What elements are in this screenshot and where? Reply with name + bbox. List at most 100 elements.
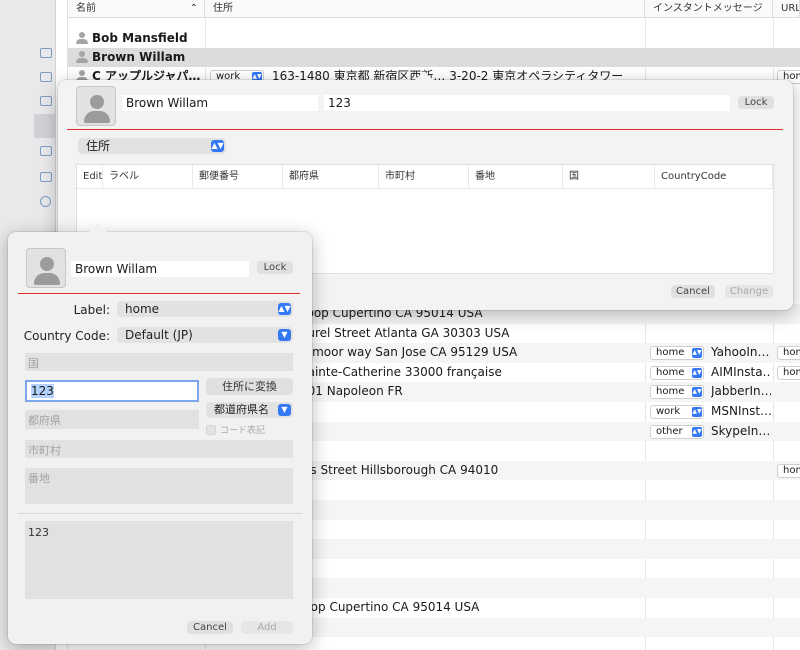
postal-code-field[interactable]: 123 [25, 380, 199, 402]
address-text: vis Street Hillsborough CA 94010 [300, 462, 499, 477]
add-button[interactable]: Add [241, 621, 293, 634]
city-field[interactable]: 市町村 [25, 440, 293, 458]
grid-column-header[interactable]: ラベル [103, 165, 193, 189]
im-label-popup[interactable]: home ▲▼ [650, 385, 704, 400]
grid-column-header[interactable]: Edit [77, 165, 103, 189]
address-grid-header: Edit ラベル 郵便番号 都府県 市町村 番地国 CountryCode [77, 165, 773, 189]
address-text [300, 500, 640, 520]
im-value: SkypeIn… [711, 423, 771, 438]
chevron-down-icon: ▼ [278, 329, 291, 341]
im-label-popup[interactable]: home ▲▼ [650, 346, 704, 361]
table-header: 名前 ⌃ 住所 インスタントメッセージ URL [68, 0, 800, 18]
column-header-url[interactable]: URL [773, 0, 800, 18]
country-field[interactable]: 国 [25, 353, 293, 371]
chevron-up-down-icon: ▲▼ [278, 303, 291, 315]
street-field[interactable]: 番地 [25, 468, 293, 504]
im-label-text: other [656, 425, 683, 437]
url-label-popup[interactable]: hom [777, 463, 800, 478]
chevron-up-down-icon: ▲▼ [692, 348, 702, 359]
code-notation-checkbox[interactable] [206, 425, 216, 435]
lock-button[interactable]: Lock [738, 96, 774, 109]
contact-name-text: Bob Mansfield [92, 31, 188, 45]
change-button[interactable]: Change [725, 285, 773, 298]
grid-column-header[interactable]: 郵便番号 [193, 165, 283, 189]
value-field[interactable]: 123 [324, 95, 730, 111]
circle-icon[interactable] [40, 196, 51, 207]
popover-caret [414, 71, 434, 81]
country-code-popup[interactable]: Default (JP) ▼ [117, 327, 293, 343]
building-icon[interactable] [40, 146, 52, 156]
address-text [300, 480, 640, 500]
im-value: AIMInsta… [711, 364, 771, 379]
cancel-button[interactable]: Cancel [671, 285, 715, 298]
convert-address-button[interactable]: 住所に変換 [206, 378, 293, 395]
person-icon [76, 32, 88, 44]
address-preview: 123 [25, 521, 293, 599]
contact-name: Brown Willam [76, 48, 204, 67]
table-row[interactable] [68, 18, 800, 28]
im-label-popup[interactable]: other ▲▼ [650, 424, 704, 439]
im-value: JabberIn… [711, 384, 771, 399]
separator-line [67, 129, 783, 130]
address-text [300, 578, 640, 598]
address-text: loop Cupertino CA 95014 USA [300, 600, 480, 614]
column-header-name[interactable]: 名前 ⌃ [68, 0, 205, 18]
lock-button[interactable]: Lock [257, 261, 293, 274]
chevron-up-down-icon: ▲▼ [692, 387, 702, 398]
address-text [300, 559, 640, 579]
address-text: etmoor way San Jose CA 95129 USA [300, 345, 518, 360]
section-popup[interactable]: 住所 ▲▼ [78, 138, 226, 154]
grid-column-header[interactable]: CountryCode [655, 165, 773, 189]
folder-icon[interactable] [40, 48, 52, 58]
table-row[interactable]: Bob Mansfield [68, 28, 800, 48]
column-header-address[interactable]: 住所 [205, 0, 645, 18]
contact-name-text: Brown Willam [92, 50, 186, 64]
grid-column-header[interactable]: 番地 [469, 165, 563, 189]
sidebar-selected-item[interactable] [34, 114, 56, 138]
label-caption: Label: [73, 303, 110, 317]
im-label-popup[interactable]: work ▲▼ [650, 405, 704, 419]
address-text: aurel Street Atlanta GA 30303 USA [300, 325, 510, 340]
cancel-button[interactable]: Cancel [187, 621, 233, 634]
im-label-popup[interactable]: home ▲▼ [650, 365, 704, 380]
folder-icon[interactable] [40, 96, 52, 106]
folder-icon[interactable] [40, 172, 52, 182]
contact-name: Bob Mansfield [76, 28, 204, 48]
grid-column-header[interactable]: 国 [563, 165, 655, 189]
name-field[interactable]: Brown Willam [122, 95, 318, 111]
avatar[interactable] [26, 248, 66, 288]
im-label-text: home [656, 366, 685, 378]
chevron-down-icon: ▼ [278, 404, 291, 416]
im-label-text: work [656, 406, 681, 417]
column-header-im[interactable]: インスタントメッセージ [645, 0, 773, 18]
grid-column-header[interactable]: 都府県 [283, 165, 379, 189]
prefecture-field[interactable]: 都府県 [25, 410, 199, 429]
im-label-text: home [656, 386, 685, 398]
popover-caret [88, 223, 108, 233]
im-value: MSNInst… [711, 404, 771, 418]
address-text [300, 618, 640, 638]
address-text [300, 402, 640, 422]
url-label-popup[interactable]: hom [777, 365, 800, 380]
chevron-up-down-icon: ▲▼ [692, 407, 702, 417]
label-popup[interactable]: home ▲▼ [117, 301, 293, 317]
prefecture-popup[interactable]: 都道府県名 ▼ [206, 402, 293, 418]
address-text [300, 441, 640, 461]
address-text [300, 520, 640, 540]
address-text: 001 Napoleon FR [300, 384, 403, 399]
person-icon [76, 51, 88, 63]
divider [18, 513, 302, 514]
separator-line [18, 293, 300, 294]
sort-ascending-icon: ⌃ [189, 3, 198, 14]
chevron-up-down-icon: ▲▼ [211, 140, 224, 152]
avatar[interactable] [76, 86, 116, 126]
table-row[interactable]: Brown Willam [68, 48, 800, 67]
grid-column-header[interactable]: 市町村 [379, 165, 469, 189]
country-code-caption: Country Code: [23, 329, 110, 343]
chevron-up-down-icon: ▲▼ [692, 426, 702, 437]
folder-icon[interactable] [40, 72, 52, 82]
im-label-text: home [656, 347, 685, 359]
address-text [300, 539, 640, 559]
name-field[interactable]: Brown Willam [71, 261, 249, 277]
url-label-popup[interactable]: hom [777, 346, 800, 361]
